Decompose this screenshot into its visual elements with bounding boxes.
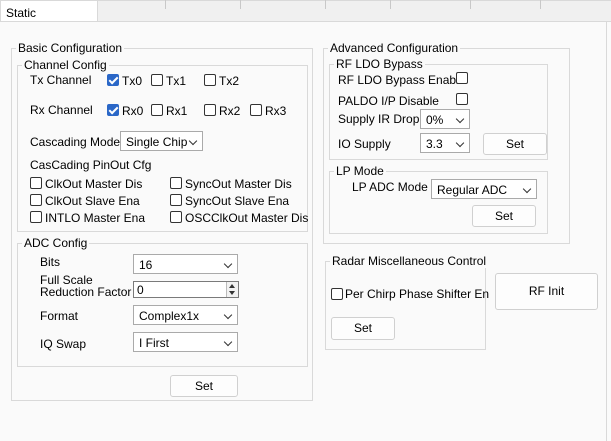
chevron-down-icon — [223, 310, 233, 320]
clkout-slave-ena-checkbox[interactable] — [30, 194, 42, 206]
cascading-mode-label: Cascading Mode — [30, 135, 121, 149]
rx2-label: Rx2 — [219, 104, 241, 118]
adc-config-title: ADC Config — [22, 236, 90, 250]
tx-channel-label: Tx Channel — [30, 73, 92, 87]
chevron-down-icon — [455, 114, 465, 124]
supply-ir-drop-value: 0% — [426, 113, 444, 127]
advanced-configuration-title: Advanced Configuration — [328, 41, 461, 55]
chevron-down-icon — [455, 138, 465, 148]
cascading-mode-select[interactable]: Single Chip — [120, 131, 203, 151]
cascading-pinout-title: CasCading PinOut Cfg — [30, 158, 152, 172]
io-supply-value: 3.3 — [426, 137, 443, 151]
panel-right-edge — [606, 22, 607, 441]
io-supply-select[interactable]: 3.3 — [420, 133, 470, 153]
rx0-label: Rx0 — [122, 104, 144, 118]
clkout-master-dis-checkbox[interactable] — [30, 177, 42, 189]
tab-strip: Static Configuration — [0, 0, 611, 34]
tab-static-configuration[interactable]: Static Configuration — [0, 0, 98, 34]
spin-up-icon[interactable] — [229, 284, 235, 288]
paldo-ip-disable-label: PALDO I/P Disable — [338, 94, 439, 108]
tx2-label: Tx2 — [219, 74, 240, 88]
rx3-label: Rx3 — [265, 104, 287, 118]
basic-set-button[interactable]: Set — [170, 375, 238, 397]
intlo-master-ena-checkbox[interactable] — [30, 211, 42, 223]
rf-ldo-bypass-enable-label: RF LDO Bypass Enable — [338, 73, 466, 87]
bits-value: 16 — [139, 258, 153, 272]
syncout-slave-ena-label: SyncOut Slave Ena — [185, 194, 290, 208]
tab-divider — [240, 0, 241, 9]
tx1-checkbox[interactable] — [151, 74, 163, 86]
per-chirp-phase-shifter-checkbox[interactable] — [331, 288, 343, 300]
per-chirp-phase-shifter-label: Per Chirp Phase Shifter En — [345, 287, 490, 301]
rx3-checkbox[interactable] — [250, 104, 262, 116]
rf-ldo-set-button[interactable]: Set — [483, 133, 547, 155]
channel-config-title: Channel Config — [22, 58, 109, 72]
rf-ldo-bypass-enable-checkbox[interactable] — [456, 72, 468, 84]
lp-mode-title: LP Mode — [334, 164, 386, 178]
oscclkout-master-dis-checkbox[interactable] — [170, 211, 182, 223]
iq-swap-value: I First — [139, 336, 169, 350]
paldo-ip-disable-checkbox[interactable] — [456, 93, 468, 105]
tab-divider — [390, 0, 391, 9]
rf-ldo-bypass-title: RF LDO Bypass — [334, 57, 425, 71]
supply-ir-drop-select[interactable]: 0% — [420, 109, 470, 129]
chevron-down-icon — [188, 136, 198, 146]
tab-strip-border — [98, 0, 611, 1]
lp-adc-mode-value: Regular ADC — [437, 183, 508, 197]
oscclkout-master-dis-label: OSCClkOut Master Dis — [185, 211, 309, 225]
chevron-down-icon — [223, 337, 233, 347]
tx2-checkbox[interactable] — [204, 74, 216, 86]
format-select[interactable]: Complex1x — [133, 305, 238, 325]
intlo-master-ena-label: INTLO Master Ena — [45, 211, 146, 225]
full-scale-reduction-spinner[interactable]: 0 — [133, 281, 239, 298]
rx1-label: Rx1 — [166, 104, 188, 118]
lp-adc-mode-label: LP ADC Mode — [352, 180, 428, 194]
tab-divider — [165, 0, 166, 9]
basic-configuration-title: Basic Configuration — [16, 41, 125, 55]
format-value: Complex1x — [139, 309, 200, 323]
tx0-checkbox[interactable] — [107, 74, 119, 86]
chevron-down-icon — [522, 184, 532, 194]
rx2-checkbox[interactable] — [204, 104, 216, 116]
syncout-master-dis-label: SyncOut Master Dis — [185, 177, 292, 191]
clkout-master-dis-label: ClkOut Master Dis — [45, 177, 143, 191]
bits-label: Bits — [40, 255, 61, 269]
rx-channel-label: Rx Channel — [30, 103, 93, 117]
bits-select[interactable]: 16 — [133, 254, 238, 274]
rx0-checkbox[interactable] — [107, 104, 119, 116]
spin-down-icon[interactable] — [229, 291, 235, 295]
tx0-label: Tx0 — [122, 74, 143, 88]
tab-divider — [470, 0, 471, 9]
spinner-buttons[interactable] — [226, 282, 238, 297]
chevron-down-icon — [223, 259, 233, 269]
iq-swap-select[interactable]: I First — [133, 332, 238, 352]
format-label: Format — [40, 309, 79, 323]
rf-init-button[interactable]: RF Init — [495, 273, 598, 310]
supply-ir-drop-label: Supply IR Drop — [338, 112, 420, 126]
io-supply-label: IO Supply — [338, 137, 391, 151]
reduction-factor-label: Reduction Factor — [40, 285, 132, 299]
radar-misc-control-title: Radar Miscellaneous Control — [330, 254, 489, 268]
tx1-label: Tx1 — [166, 74, 187, 88]
syncout-master-dis-checkbox[interactable] — [170, 177, 182, 189]
rx1-checkbox[interactable] — [151, 104, 163, 116]
iq-swap-label: IQ Swap — [40, 337, 87, 351]
tab-divider — [540, 0, 541, 9]
tab-divider — [325, 0, 326, 9]
syncout-slave-ena-checkbox[interactable] — [170, 194, 182, 206]
full-scale-reduction-value: 0 — [137, 283, 144, 297]
radar-misc-set-button[interactable]: Set — [331, 317, 395, 340]
clkout-slave-ena-label: ClkOut Slave Ena — [45, 194, 140, 208]
cascading-mode-value: Single Chip — [126, 135, 188, 149]
lp-adc-mode-select[interactable]: Regular ADC — [431, 179, 537, 199]
lp-mode-set-button[interactable]: Set — [472, 205, 536, 227]
